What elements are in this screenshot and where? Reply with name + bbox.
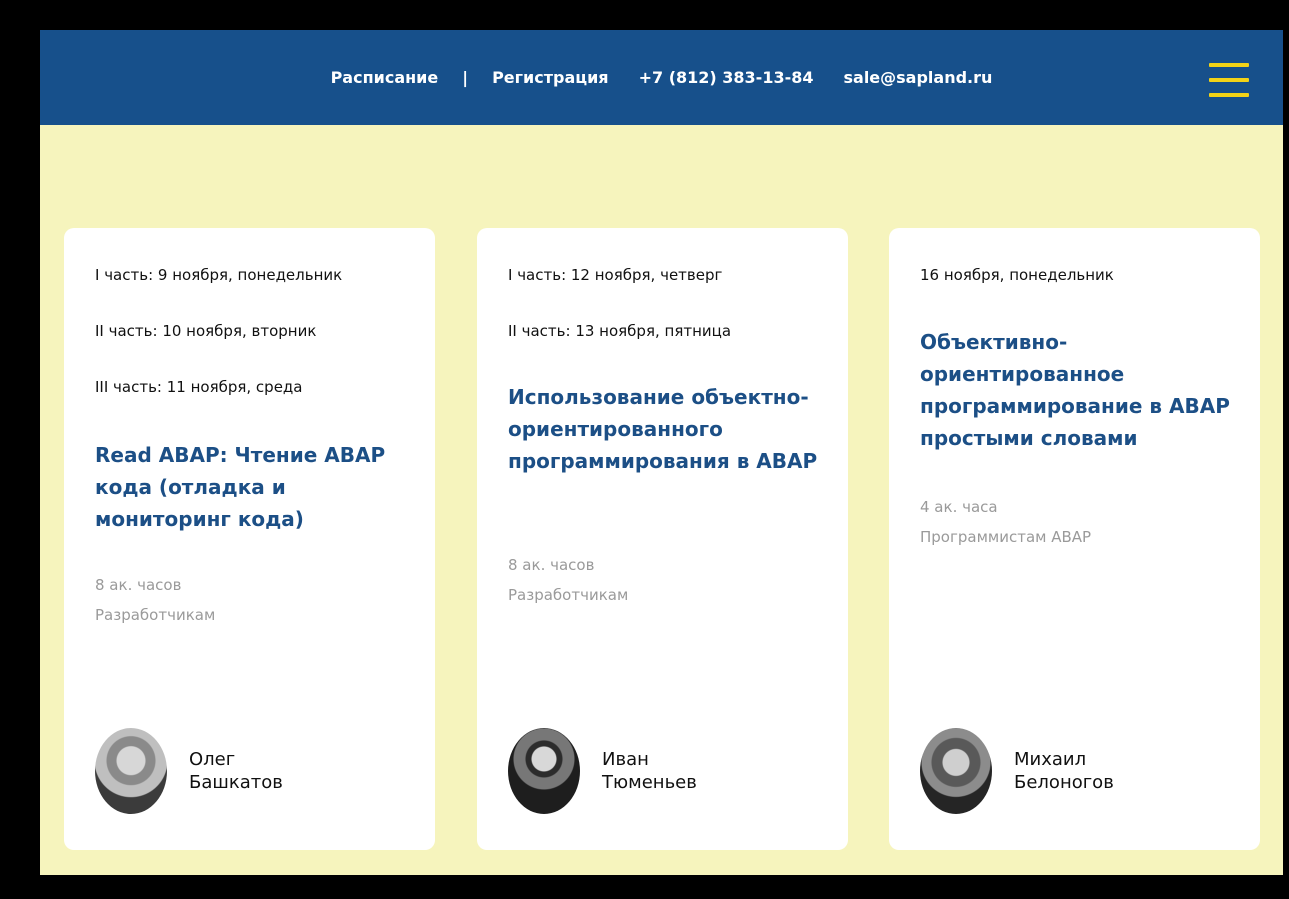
course-meta: 4 ак. часа Программистам ABAP	[920, 492, 1091, 552]
course-title[interactable]: Объективно-ориентированное программирова…	[920, 326, 1236, 454]
course-cards: I часть: 9 ноября, понедельник II часть:…	[64, 228, 1260, 850]
course-hours: 8 ак. часов	[508, 556, 595, 574]
course-date: I часть: 12 ноября, четверг	[508, 266, 723, 284]
speaker-name: Олег Башкатов	[189, 748, 283, 794]
course-hours: 8 ак. часов	[95, 576, 182, 594]
course-title[interactable]: Использование объектно-ориентированного …	[508, 381, 824, 477]
speaker-last-name: Башкатов	[189, 772, 283, 793]
avatar	[920, 728, 992, 814]
course-meta: 8 ак. часов Разработчикам	[95, 570, 215, 630]
speaker-last-name: Белоногов	[1014, 772, 1114, 793]
speaker-first-name: Михаил	[1014, 749, 1087, 770]
course-date: 16 ноября, понедельник	[920, 266, 1114, 284]
course-date: II часть: 10 ноября, вторник	[95, 322, 317, 340]
hamburger-line	[1209, 63, 1249, 67]
course-title[interactable]: Read ABAP: Чтение ABAP кода (отладка и м…	[95, 439, 411, 535]
speaker: Олег Башкатов	[95, 728, 283, 814]
nav-separator: |	[462, 68, 469, 87]
nav-link-registration[interactable]: Регистрация	[492, 68, 609, 87]
phone-link[interactable]: +7 (812) 383-13-84	[639, 68, 814, 87]
hamburger-line	[1209, 78, 1249, 82]
speaker-last-name: Тюменьев	[602, 772, 697, 793]
course-meta: 8 ак. часов Разработчикам	[508, 550, 628, 610]
avatar	[508, 728, 580, 814]
course-date: III часть: 11 ноября, среда	[95, 378, 303, 396]
email-link[interactable]: sale@sapland.ru	[844, 68, 993, 87]
speaker-first-name: Олег	[189, 749, 236, 770]
hamburger-menu-icon[interactable]	[1209, 63, 1249, 97]
course-card[interactable]: I часть: 12 ноября, четверг II часть: 13…	[477, 228, 848, 850]
course-audience: Программистам ABAP	[920, 528, 1092, 546]
browser-viewport: Расписание | Регистрация +7 (812) 383-13…	[14, 0, 1289, 899]
avatar	[95, 728, 167, 814]
course-audience: Разработчикам	[508, 586, 629, 604]
speaker: Иван Тюменьев	[508, 728, 697, 814]
course-dates: I часть: 9 ноября, понедельник II часть:…	[95, 266, 342, 396]
page: Расписание | Регистрация +7 (812) 383-13…	[40, 30, 1283, 875]
course-dates: 16 ноября, понедельник	[920, 266, 1114, 284]
course-dates: I часть: 12 ноября, четверг II часть: 13…	[508, 266, 731, 340]
speaker-name: Михаил Белоногов	[1014, 748, 1114, 794]
course-date: II часть: 13 ноября, пятница	[508, 322, 732, 340]
course-date: I часть: 9 ноября, понедельник	[95, 266, 343, 284]
speaker: Михаил Белоногов	[920, 728, 1114, 814]
speaker-name: Иван Тюменьев	[602, 748, 697, 794]
course-card[interactable]: I часть: 9 ноября, понедельник II часть:…	[64, 228, 435, 850]
nav-link-schedule[interactable]: Расписание	[331, 68, 439, 87]
top-nav: Расписание | Регистрация +7 (812) 383-13…	[40, 30, 1283, 125]
course-audience: Разработчикам	[95, 606, 216, 624]
course-hours: 4 ак. часа	[920, 498, 998, 516]
hamburger-line	[1209, 93, 1249, 97]
site-header: Расписание | Регистрация +7 (812) 383-13…	[40, 30, 1283, 125]
course-card[interactable]: 16 ноября, понедельник Объективно-ориент…	[889, 228, 1260, 850]
speaker-first-name: Иван	[602, 749, 649, 770]
